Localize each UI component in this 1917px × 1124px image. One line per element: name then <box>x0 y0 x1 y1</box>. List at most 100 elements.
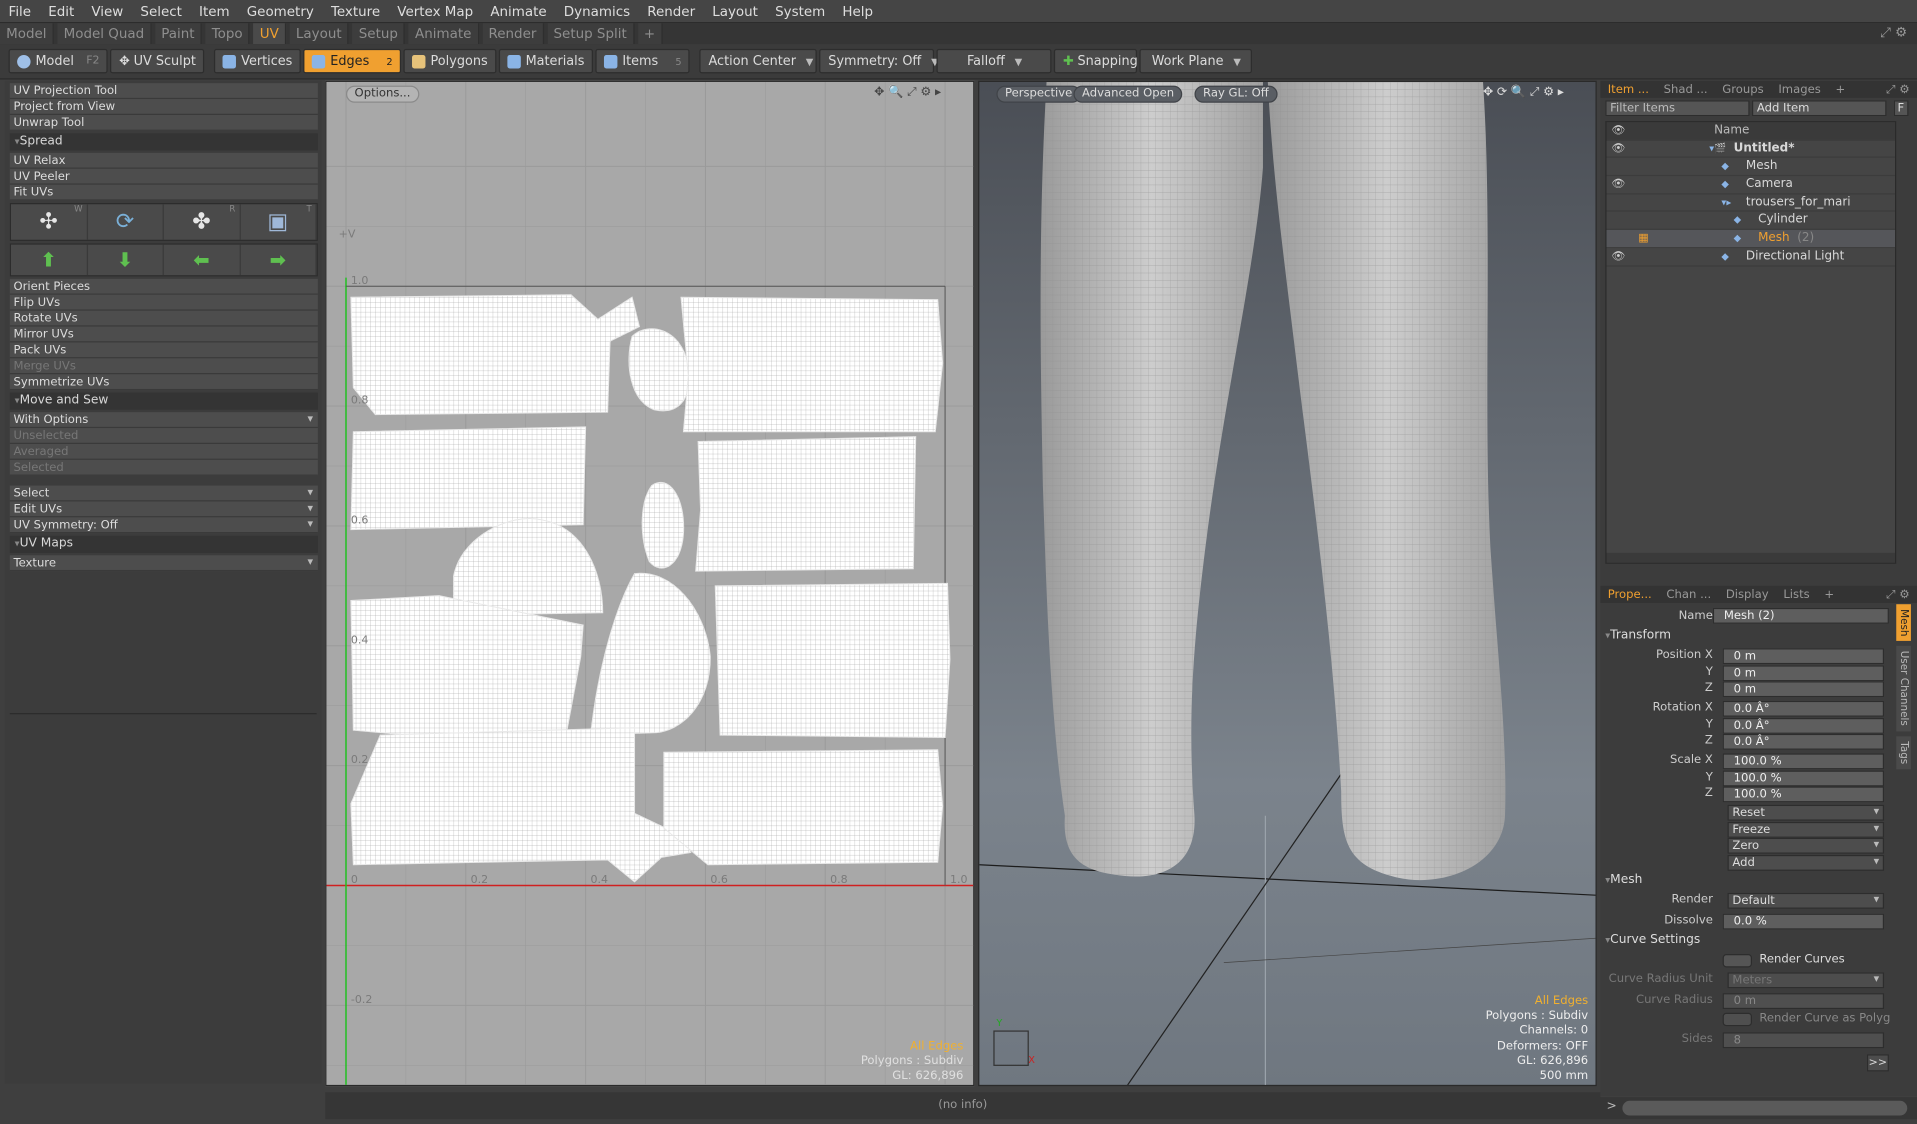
menu-texture[interactable]: Texture <box>322 0 388 23</box>
uv-island[interactable] <box>628 328 690 412</box>
polygons-button[interactable]: Polygons <box>403 48 497 74</box>
tab-setup-split[interactable]: Setup Split <box>547 23 635 45</box>
scale-tool-button[interactable]: ✤ R <box>164 204 241 240</box>
symmetry-dropdown[interactable]: Symmetry: Off ▼ <box>819 48 939 74</box>
tree-item-untitled[interactable]: 👁 ▾🎬 Untitled* <box>1606 140 1896 159</box>
spread-section-header[interactable]: Spread <box>9 133 318 151</box>
prop-tab-chan[interactable]: Chan ... <box>1659 588 1718 601</box>
mesh-section-header[interactable]: Mesh <box>1605 873 1642 886</box>
rotate-uvs-button[interactable]: Rotate UVs <box>9 310 318 327</box>
menu-select[interactable]: Select <box>132 0 191 23</box>
perspective-button[interactable]: Perspective <box>996 85 1081 103</box>
uv-symmetry-off-dropdown[interactable]: UV Symmetry: Off <box>9 517 318 534</box>
uv-island[interactable] <box>350 426 587 531</box>
item-tab-add[interactable]: + <box>1828 83 1852 96</box>
rotation-x-field[interactable]: 0.0 Â° <box>1722 700 1885 717</box>
uv-island[interactable] <box>589 572 711 736</box>
item-tab-item[interactable]: Item ... <box>1600 83 1656 96</box>
menu-geometry[interactable]: Geometry <box>238 0 322 23</box>
rotate-tool-button[interactable]: ⟳ <box>87 204 164 240</box>
panel-options-icon[interactable]: ⤢ ⚙ <box>1879 83 1917 96</box>
tree-item-cylinder[interactable]: ◆ Cylinder <box>1606 212 1896 231</box>
orient-pieces-button[interactable]: Orient Pieces <box>9 278 318 295</box>
materials-button[interactable]: Materials <box>498 48 593 74</box>
render-curves-checkbox[interactable] <box>1722 954 1752 968</box>
visibility-eye-icon[interactable]: 👁 <box>1611 176 1625 194</box>
mesh-lock-icon[interactable]: ▦ <box>1638 230 1648 248</box>
position-y-field[interactable]: 0 m <box>1722 664 1885 681</box>
perspective-viewport[interactable]: Y X Perspective Advanced Open Ray GL: Of… <box>978 80 1597 1087</box>
tree-scrollbar[interactable] <box>1606 552 1896 563</box>
menu-animate[interactable]: Animate <box>482 0 555 23</box>
unselected-button[interactable]: Unselected <box>9 428 318 444</box>
tab-setup[interactable]: Setup <box>352 23 406 45</box>
tab-model[interactable]: Model <box>0 23 54 45</box>
tree-item-camera[interactable]: 👁 ◆ Camera <box>1606 176 1896 195</box>
prop-tab-prope[interactable]: Prope... <box>1600 588 1659 601</box>
edit-uvs-dropdown[interactable]: Edit UVs <box>9 501 318 518</box>
filter-toggle-button[interactable]: F <box>1893 100 1909 117</box>
curve-radius-unit-dropdown[interactable]: Meters <box>1727 972 1885 989</box>
sides-field[interactable]: 8 <box>1722 1032 1885 1049</box>
uv-view-nav-icons[interactable]: ✥🔍⤢⚙▸ <box>874 86 945 99</box>
falloff-dropdown[interactable]: Falloff ▼ <box>937 48 1053 74</box>
align-left-button[interactable]: ⬅ <box>164 244 241 276</box>
freeze-dropdown[interactable]: Freeze <box>1727 821 1885 838</box>
uv-island[interactable] <box>714 582 951 739</box>
rotation-z-field[interactable]: 0.0 Â° <box>1722 733 1885 750</box>
selected-button[interactable]: Selected <box>9 459 318 476</box>
scale-x-field[interactable]: 100.0 % <box>1722 753 1885 770</box>
3d-view-nav-icons[interactable]: ✥⟳🔍⤢⚙▸ <box>1483 86 1568 99</box>
vertices-button[interactable]: Vertices <box>214 48 301 74</box>
menu-render[interactable]: Render <box>639 0 704 23</box>
tree-item-directional-light[interactable]: 👁 ◆ Directional Light <box>1606 248 1896 267</box>
flip-uvs-button[interactable]: Flip UVs <box>9 294 318 311</box>
filter-items-input[interactable]: Filter Items <box>1605 100 1750 117</box>
scale-y-field[interactable]: 100.0 % <box>1722 769 1885 786</box>
add-item-dropdown[interactable]: Add Item <box>1751 100 1887 117</box>
more-button[interactable]: >> <box>1866 1054 1889 1072</box>
uv-island[interactable] <box>663 749 944 866</box>
item-tab-groups[interactable]: Groups <box>1715 83 1771 96</box>
panel-options-icon[interactable]: ⤢ ⚙ <box>1879 588 1917 601</box>
menu-system[interactable]: System <box>767 0 834 23</box>
uv-maps-section-header[interactable]: UV Maps <box>9 535 318 553</box>
tab-animate[interactable]: Animate <box>408 23 479 45</box>
uv-map-dropdown[interactable]: Texture <box>9 555 318 572</box>
uv-island[interactable] <box>680 296 944 433</box>
tree-item-mesh[interactable]: ◆ Mesh <box>1606 158 1896 177</box>
side-tab-mesh[interactable]: Mesh <box>1896 604 1911 642</box>
dissolve-field[interactable]: 0.0 % <box>1722 913 1885 930</box>
merge-uvs-button[interactable]: Merge UVs <box>9 358 318 375</box>
move-tool-button[interactable]: ✣ W <box>11 204 88 240</box>
curve-settings-header[interactable]: Curve Settings <box>1605 933 1700 946</box>
scale-z-field[interactable]: 100.0 % <box>1722 786 1885 803</box>
uv-projection-tool-button[interactable]: UV Projection Tool <box>9 83 318 100</box>
tab-uv[interactable]: UV <box>253 23 287 45</box>
tree-item-trousers-for-mari[interactable]: ▾▸ trousers_for_mari <box>1606 194 1896 213</box>
symmetrize-uvs-button[interactable]: Symmetrize UVs <box>9 374 318 391</box>
menu-item[interactable]: Item <box>190 0 238 23</box>
items-button[interactable]: Items 5 <box>595 48 691 74</box>
uv-relax-button[interactable]: UV Relax <box>9 152 318 169</box>
visibility-eye-icon[interactable]: 👁 <box>1611 248 1625 266</box>
uv-island[interactable] <box>350 595 584 739</box>
align-top-button[interactable]: ⬆ <box>11 244 88 276</box>
with-options-dropdown[interactable]: With Options <box>9 412 318 429</box>
raygl-button[interactable]: Ray GL: Off <box>1194 85 1278 103</box>
tab-topo[interactable]: Topo <box>205 23 250 45</box>
item-tab-images[interactable]: Images <box>1771 83 1828 96</box>
position-x-field[interactable]: 0 m <box>1722 648 1885 665</box>
prop-tab-add[interactable]: + <box>1817 588 1841 601</box>
uv-peeler-button[interactable]: UV Peeler <box>9 168 318 185</box>
model-button[interactable]: Model F2 <box>8 48 109 74</box>
uv-island[interactable] <box>350 294 640 416</box>
action-center-dropdown[interactable]: Action Center ▼ <box>699 48 818 74</box>
uv-island[interactable] <box>453 518 604 616</box>
tab-add[interactable]: + <box>637 23 663 45</box>
tab-paint[interactable]: Paint <box>155 23 202 45</box>
uv-options-button[interactable]: Options... <box>345 85 420 103</box>
transform-section-header[interactable]: Transform <box>1605 629 1671 642</box>
unwrap-tool-button[interactable]: Unwrap Tool <box>9 114 318 131</box>
project-from-view-button[interactable]: Project from View <box>9 99 318 115</box>
